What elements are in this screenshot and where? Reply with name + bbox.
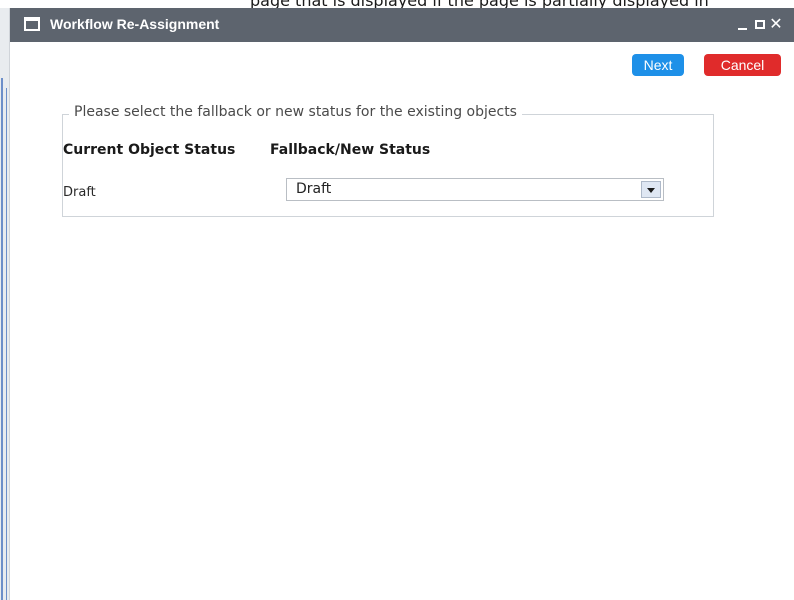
maximize-button[interactable] — [752, 14, 768, 34]
cancel-button[interactable]: Cancel — [704, 54, 781, 76]
window-icon — [24, 17, 40, 31]
status-selection-group: Please select the fallback or new status… — [62, 104, 714, 217]
minimize-icon — [738, 28, 747, 30]
fallback-status-selected: Draft — [296, 181, 332, 197]
chevron-down-icon[interactable] — [641, 181, 661, 198]
background-accent-line — [1, 78, 3, 600]
minimize-button[interactable] — [735, 14, 751, 34]
close-icon: ✕ — [769, 14, 783, 33]
current-object-status-header: Current Object Status — [63, 142, 236, 158]
maximize-icon — [755, 20, 765, 29]
page: page that is displayed if the page is pa… — [0, 0, 794, 600]
background-accent-line — [6, 88, 7, 600]
close-button[interactable]: ✕ — [768, 14, 784, 34]
current-status-value: Draft — [63, 185, 96, 200]
background-window-edge — [0, 8, 10, 600]
dialog-title: Workflow Re-Assignment — [50, 16, 220, 32]
dialog-titlebar[interactable]: Workflow Re-Assignment ✕ — [10, 8, 794, 42]
workflow-reassignment-dialog: Workflow Re-Assignment ✕ Next Cancel Ple… — [10, 8, 794, 600]
fallback-new-status-header: Fallback/New Status — [270, 142, 431, 158]
next-button[interactable]: Next — [632, 54, 684, 76]
fallback-status-dropdown[interactable]: Draft — [286, 178, 664, 201]
group-legend: Please select the fallback or new status… — [69, 104, 522, 120]
